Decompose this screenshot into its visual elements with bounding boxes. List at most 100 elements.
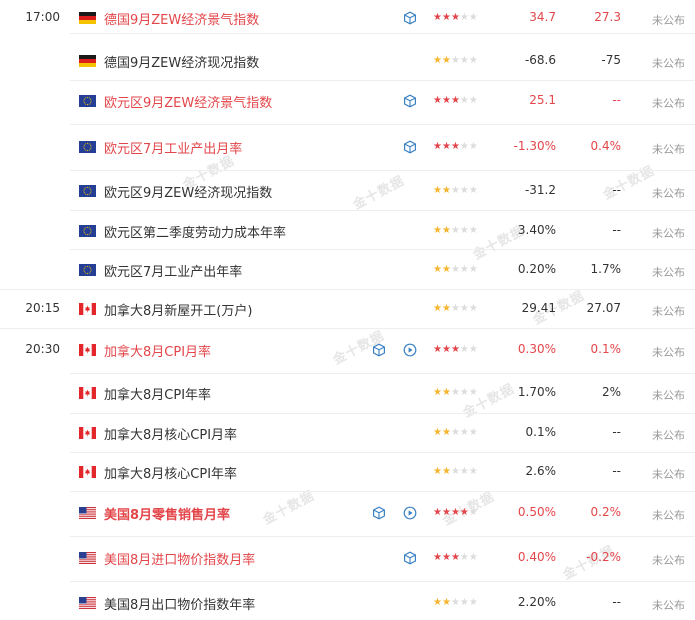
eu-flag-icon bbox=[79, 264, 96, 276]
forecast-value: 1.7% bbox=[590, 262, 622, 276]
publish-status: 未公布 bbox=[652, 468, 685, 481]
event-name[interactable]: 美国8月进口物价指数月率 bbox=[104, 549, 255, 568]
forecast-value: 0.1% bbox=[590, 342, 622, 356]
event-name[interactable]: 欧元区7月工业产出月率 bbox=[104, 138, 242, 157]
event-row[interactable]: 加拿大8月核心CPI月率 ★★★★★ 0.1% -- 未公布 bbox=[0, 414, 695, 453]
canada-flag-icon bbox=[79, 466, 96, 478]
usa-flag-icon bbox=[79, 597, 96, 609]
usa-flag-icon bbox=[79, 552, 96, 564]
publish-status: 未公布 bbox=[652, 266, 685, 279]
forecast-value: 0.2% bbox=[590, 505, 622, 519]
event-time: 17:00 bbox=[25, 10, 60, 24]
event-name[interactable]: 欧元区7月工业产出年率 bbox=[104, 261, 242, 280]
cube-icon[interactable] bbox=[403, 11, 417, 25]
event-row[interactable]: 德国9月ZEW经济现况指数 ★★★★★ -68.6 -75 未公布 bbox=[0, 34, 695, 81]
importance-stars: ★★★★★ bbox=[433, 141, 478, 152]
previous-value: 0.30% bbox=[517, 342, 556, 356]
cube-icon[interactable] bbox=[403, 94, 417, 108]
importance-stars: ★★★★★ bbox=[433, 466, 478, 477]
importance-stars: ★★★★★ bbox=[433, 344, 478, 355]
event-name[interactable]: 欧元区第二季度劳动力成本年率 bbox=[104, 222, 286, 241]
previous-value: 0.1% bbox=[525, 425, 557, 439]
canada-flag-icon bbox=[79, 387, 96, 399]
publish-status: 未公布 bbox=[652, 227, 685, 240]
publish-status: 未公布 bbox=[652, 346, 685, 359]
germany-flag-icon bbox=[79, 55, 96, 67]
play-icon[interactable] bbox=[403, 506, 417, 520]
publish-status: 未公布 bbox=[652, 57, 685, 70]
forecast-value: -75 bbox=[601, 53, 621, 67]
publish-status: 未公布 bbox=[652, 305, 685, 318]
forecast-value: 2% bbox=[601, 385, 621, 399]
importance-stars: ★★★★★ bbox=[433, 427, 478, 438]
eu-flag-icon bbox=[79, 185, 96, 197]
publish-status: 未公布 bbox=[652, 554, 685, 567]
event-name[interactable]: 德国9月ZEW经济现况指数 bbox=[104, 52, 259, 71]
event-name[interactable]: 欧元区9月ZEW经济景气指数 bbox=[104, 92, 272, 111]
importance-stars: ★★★★★ bbox=[433, 507, 478, 518]
previous-value: 29.41 bbox=[521, 301, 556, 315]
previous-value: -31.2 bbox=[524, 183, 556, 197]
forecast-value: -- bbox=[612, 223, 621, 237]
publish-status: 未公布 bbox=[652, 187, 685, 200]
forecast-value: -- bbox=[612, 183, 621, 197]
importance-stars: ★★★★★ bbox=[433, 552, 478, 563]
event-name[interactable]: 加拿大8月CPI月率 bbox=[104, 341, 211, 360]
event-row[interactable]: 欧元区9月ZEW经济景气指数 ★★★★★ 25.1 -- 未公布 bbox=[0, 81, 695, 125]
publish-status: 未公布 bbox=[652, 509, 685, 522]
forecast-value: 27.3 bbox=[594, 10, 621, 24]
canada-flag-icon bbox=[79, 344, 96, 356]
publish-status: 未公布 bbox=[652, 389, 685, 402]
event-name[interactable]: 美国8月出口物价指数年率 bbox=[104, 594, 255, 613]
previous-value: 3.40% bbox=[517, 223, 556, 237]
cube-icon[interactable] bbox=[372, 343, 386, 357]
previous-value: -1.30% bbox=[513, 139, 556, 153]
event-row[interactable]: 加拿大8月核心CPI年率 ★★★★★ 2.6% -- 未公布 bbox=[0, 453, 695, 492]
event-row[interactable]: 美国8月出口物价指数年率 ★★★★★ 2.20% -- 未公布 bbox=[0, 582, 695, 620]
event-row[interactable]: 欧元区9月ZEW经济现况指数 ★★★★★ -31.2 -- 未公布 bbox=[0, 171, 695, 211]
publish-status: 未公布 bbox=[652, 599, 685, 612]
event-name[interactable]: 加拿大8月核心CPI月率 bbox=[104, 424, 237, 443]
event-time: 20:15 bbox=[25, 301, 60, 315]
eu-flag-icon bbox=[79, 95, 96, 107]
event-name[interactable]: 美国8月零售销售月率 bbox=[104, 504, 230, 523]
event-name[interactable]: 欧元区9月ZEW经济现况指数 bbox=[104, 182, 272, 201]
previous-value: 0.50% bbox=[517, 505, 556, 519]
forecast-value: -- bbox=[612, 464, 621, 478]
publish-status: 未公布 bbox=[652, 143, 685, 156]
event-row[interactable]: 美国8月进口物价指数月率 ★★★★★ 0.40% -0.2% 未公布 bbox=[0, 537, 695, 582]
importance-stars: ★★★★★ bbox=[433, 264, 478, 275]
event-row[interactable]: 欧元区7月工业产出年率 ★★★★★ 0.20% 1.7% 未公布 bbox=[0, 250, 695, 290]
event-row[interactable]: 20:30 加拿大8月CPI月率 ★★★★★ 0.30% 0.1% 未公布 bbox=[0, 329, 695, 374]
previous-value: -68.6 bbox=[524, 53, 556, 67]
germany-flag-icon bbox=[79, 12, 96, 24]
forecast-value: 0.4% bbox=[590, 139, 622, 153]
event-row[interactable]: 20:15 加拿大8月新屋开工(万户) ★★★★★ 29.41 27.07 未公布 bbox=[0, 290, 695, 329]
cube-icon[interactable] bbox=[372, 506, 386, 520]
play-icon[interactable] bbox=[403, 343, 417, 357]
importance-stars: ★★★★★ bbox=[433, 597, 478, 608]
importance-stars: ★★★★★ bbox=[433, 185, 478, 196]
cube-icon[interactable] bbox=[403, 551, 417, 565]
publish-status: 未公布 bbox=[652, 429, 685, 442]
eu-flag-icon bbox=[79, 225, 96, 237]
event-row[interactable]: 加拿大8月CPI年率 ★★★★★ 1.70% 2% 未公布 bbox=[0, 374, 695, 414]
forecast-value: -- bbox=[612, 425, 621, 439]
canada-flag-icon bbox=[79, 427, 96, 439]
previous-value: 0.20% bbox=[517, 262, 556, 276]
cube-icon[interactable] bbox=[403, 140, 417, 154]
forecast-value: -- bbox=[612, 93, 621, 107]
event-row[interactable]: 欧元区第二季度劳动力成本年率 ★★★★★ 3.40% -- 未公布 bbox=[0, 211, 695, 250]
event-name[interactable]: 德国9月ZEW经济景气指数 bbox=[104, 9, 259, 28]
importance-stars: ★★★★★ bbox=[433, 95, 478, 106]
event-name[interactable]: 加拿大8月新屋开工(万户) bbox=[104, 300, 252, 319]
event-row[interactable]: 美国8月零售销售月率 ★★★★★ 0.50% 0.2% 未公布 bbox=[0, 492, 695, 537]
previous-value: 2.6% bbox=[525, 464, 557, 478]
event-row[interactable]: 17:00 德国9月ZEW经济景气指数 ★★★★★ 34.7 27.3 未公布 bbox=[0, 0, 695, 34]
importance-stars: ★★★★★ bbox=[433, 55, 478, 66]
eu-flag-icon bbox=[79, 141, 96, 153]
event-row[interactable]: 欧元区7月工业产出月率 ★★★★★ -1.30% 0.4% 未公布 bbox=[0, 125, 695, 171]
previous-value: 25.1 bbox=[529, 93, 556, 107]
event-name[interactable]: 加拿大8月核心CPI年率 bbox=[104, 463, 237, 482]
event-name[interactable]: 加拿大8月CPI年率 bbox=[104, 384, 211, 403]
